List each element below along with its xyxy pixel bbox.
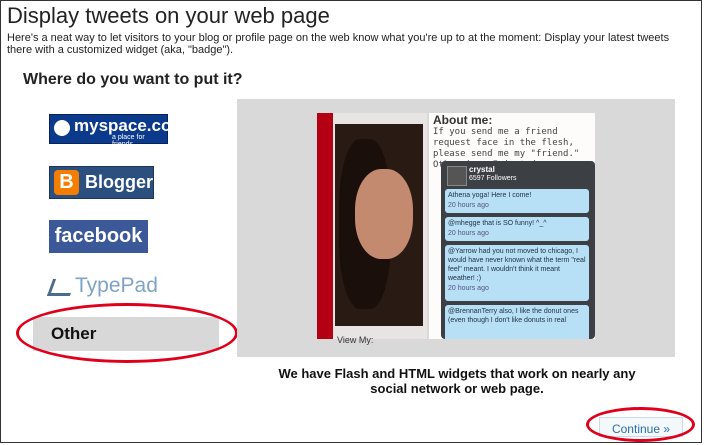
photo-face	[355, 169, 413, 259]
myspace-option[interactable]: myspace.com a place for friends	[49, 114, 186, 148]
myspace-people-icon	[54, 120, 70, 136]
blogger-name: Blogger	[85, 172, 154, 192]
widget-followers: 6597 Followers	[469, 175, 517, 182]
tweet-item: @BrennanTerry also, I like the donut one…	[445, 305, 589, 339]
typepad-mark-icon	[46, 279, 77, 296]
widget-avatar	[447, 166, 467, 186]
tweet-item: @mhegge that is SO funny! ^_^ 20 hours a…	[445, 217, 589, 241]
placement-question: Where do you want to put it?	[23, 71, 243, 88]
profile-red-border	[317, 113, 333, 339]
widget-preview-image: View My: About me: If you send me a frie…	[237, 99, 675, 357]
view-my-label: View My:	[337, 335, 374, 345]
other-highlight-ellipse	[16, 303, 238, 363]
twitter-badge-widget: crystal 6597 Followers Athena yoga! Here…	[441, 161, 595, 339]
typepad-name: TypePad	[75, 274, 158, 297]
myspace-name: myspace.com	[74, 116, 187, 135]
myspace-tagline: a place for friends	[112, 134, 145, 148]
blogger-b-icon: B	[54, 170, 79, 195]
widget-username: crystal	[469, 165, 495, 174]
intro-text: Here's a neat way to let visitors to you…	[7, 32, 670, 56]
typepad-option[interactable]: TypePad	[46, 274, 164, 302]
tweet-item: @Yarrow had you not moved to chicago, I …	[445, 245, 589, 301]
page-frame: Display tweets on your web page Here's a…	[0, 0, 702, 443]
tweet-item: Athena yoga! Here I come! 20 hours ago	[445, 189, 589, 213]
continue-highlight-ellipse	[586, 407, 695, 442]
blogger-option[interactable]: B Blogger	[49, 166, 154, 199]
about-me-title: About me:	[433, 113, 493, 127]
facebook-option[interactable]: facebook	[49, 220, 148, 253]
widget-caption: We have Flash and HTML widgets that work…	[278, 366, 636, 396]
page-title: Display tweets on your web page	[7, 3, 330, 28]
widget-header: crystal 6597 Followers	[445, 164, 591, 186]
